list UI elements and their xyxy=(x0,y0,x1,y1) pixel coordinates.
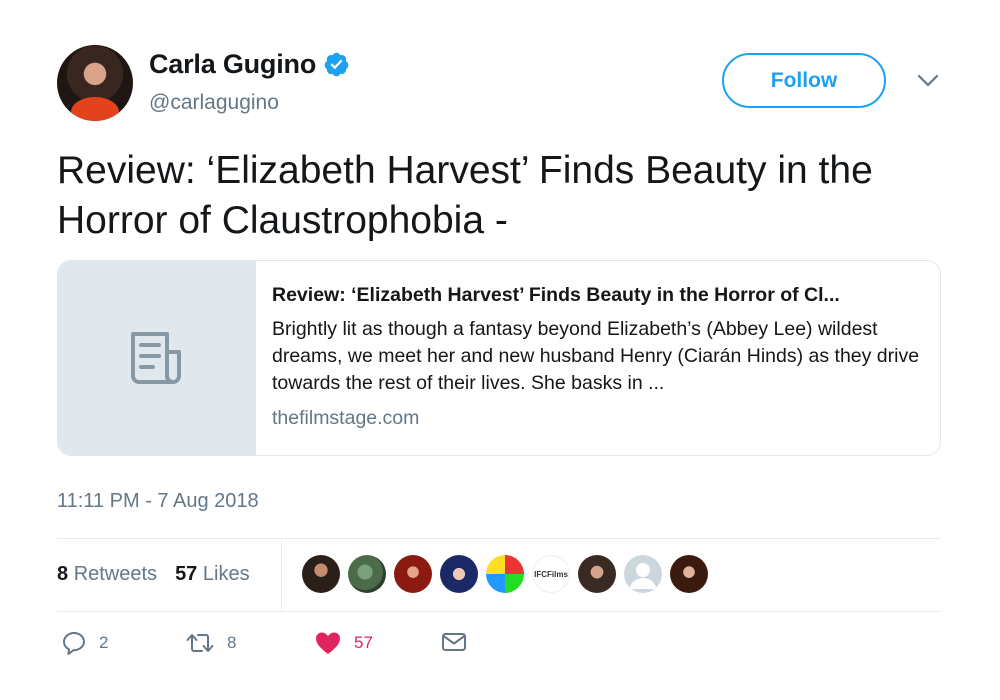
liker-avatar-ifc-films[interactable]: IFCFilms xyxy=(532,555,570,593)
stats-row: 8 Retweets 57 Likes IFCFilms xyxy=(57,538,941,611)
author-name-row: Carla Gugino xyxy=(149,49,350,80)
liker-avatar-default[interactable] xyxy=(624,555,662,593)
stats-bottom-divider xyxy=(57,611,941,612)
verified-badge-icon xyxy=(324,52,349,77)
likes-label: Likes xyxy=(202,563,250,585)
direct-message-button[interactable] xyxy=(441,630,467,654)
liker-avatar[interactable] xyxy=(440,555,478,593)
ifc-films-logo-text: IFCFilms xyxy=(534,569,568,579)
retweets-stat[interactable]: 8 Retweets xyxy=(57,563,157,586)
author-avatar[interactable] xyxy=(57,45,133,121)
heart-icon xyxy=(316,632,340,654)
link-card-domain: thefilmstage.com xyxy=(272,407,420,429)
tweet-text: Review: ‘Elizabeth Harvest’ Finds Beauty… xyxy=(57,149,873,242)
liker-avatar[interactable] xyxy=(486,555,524,593)
envelope-icon xyxy=(442,633,466,651)
retweet-icon xyxy=(186,634,214,652)
follow-button[interactable]: Follow xyxy=(722,53,886,108)
link-card-media xyxy=(58,261,256,455)
tweet-actions: 2 8 57 xyxy=(57,630,941,666)
liker-avatar[interactable] xyxy=(578,555,616,593)
like-count: 57 xyxy=(354,633,373,652)
like-button[interactable]: 57 xyxy=(314,630,373,656)
retweet-button[interactable]: 8 xyxy=(185,630,236,656)
liker-avatar[interactable] xyxy=(302,555,340,593)
chevron-down-icon[interactable] xyxy=(917,74,939,88)
retweet-count: 8 xyxy=(227,633,237,652)
tweet-timestamp[interactable]: 11:11 PM - 7 Aug 2018 xyxy=(57,490,259,513)
link-card-body: Review: ‘Elizabeth Harvest’ Finds Beauty… xyxy=(256,261,940,455)
link-card-description: Brightly lit as though a fantasy beyond … xyxy=(272,318,920,394)
author-handle[interactable]: @carlagugino xyxy=(149,91,279,115)
stats-separator xyxy=(281,538,282,611)
likes-count: 57 xyxy=(175,563,198,585)
liker-avatar[interactable] xyxy=(670,555,708,593)
link-card-title[interactable]: Review: ‘Elizabeth Harvest’ Finds Beauty… xyxy=(272,283,924,307)
liker-avatar[interactable] xyxy=(394,555,432,593)
reply-icon xyxy=(63,632,85,655)
link-card[interactable]: Review: ‘Elizabeth Harvest’ Finds Beauty… xyxy=(57,260,941,456)
document-icon xyxy=(130,332,181,384)
retweets-label: Retweets xyxy=(73,563,158,585)
reply-button[interactable]: 2 xyxy=(61,630,108,656)
liker-avatars: IFCFilms xyxy=(302,555,708,593)
reply-count: 2 xyxy=(99,633,109,652)
liker-avatar[interactable] xyxy=(348,555,386,593)
retweets-count: 8 xyxy=(57,563,69,585)
likes-stat[interactable]: 57 Likes xyxy=(175,563,250,586)
author-display-name[interactable]: Carla Gugino xyxy=(149,49,316,80)
default-person-icon xyxy=(630,563,656,589)
